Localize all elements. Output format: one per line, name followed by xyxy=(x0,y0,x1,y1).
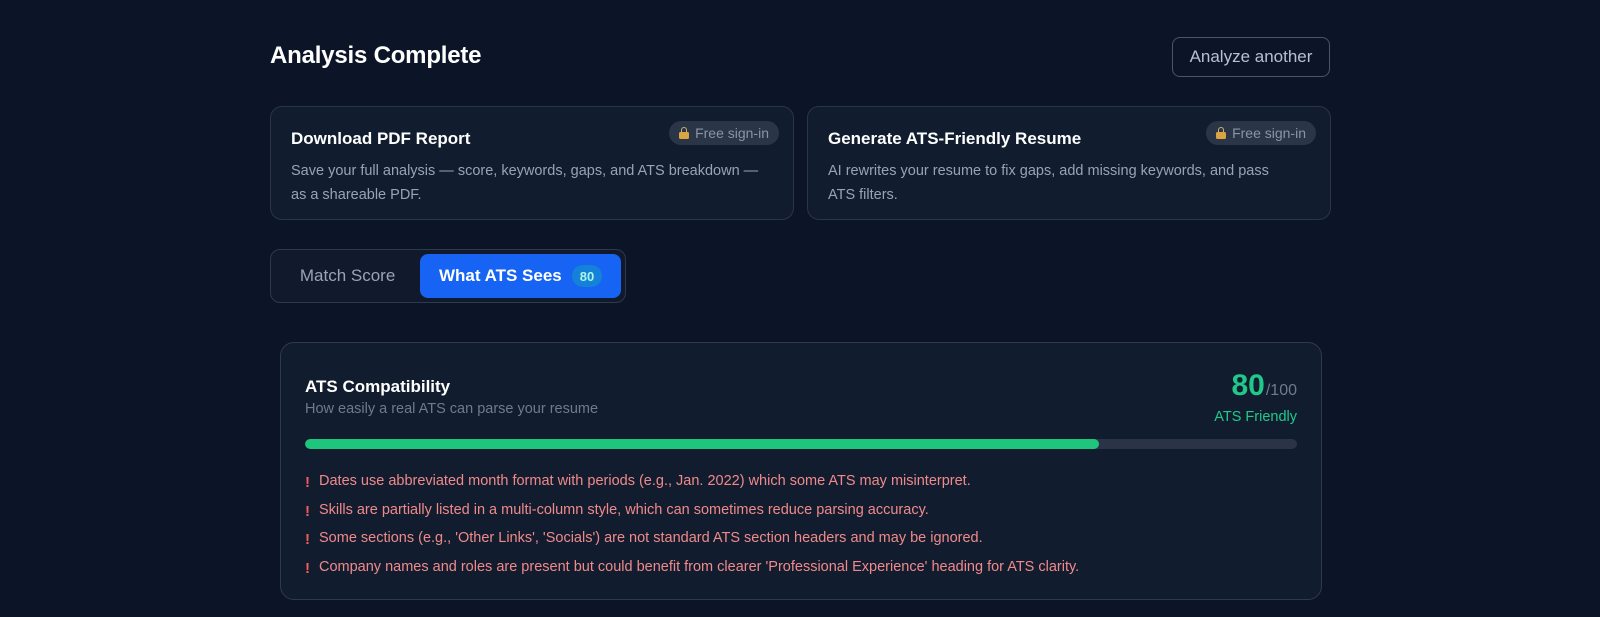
analyze-another-button[interactable]: Analyze another xyxy=(1172,37,1330,77)
badge-label: Free sign-in xyxy=(1232,125,1306,141)
list-item: ! Company names and roles are present bu… xyxy=(305,553,1295,582)
score-badge: 80 xyxy=(571,265,603,287)
score-progress-bar xyxy=(305,439,1297,449)
issue-text: Skills are partially listed in a multi-c… xyxy=(319,501,929,518)
card-description: AI rewrites your resume to fix gaps, add… xyxy=(828,163,1269,203)
lock-icon xyxy=(1216,127,1227,139)
ats-compatibility-panel: ATS Compatibility How easily a real ATS … xyxy=(280,342,1322,600)
tab-match-score[interactable]: Match Score xyxy=(275,254,420,298)
issue-text: Some sections (e.g., 'Other Links', 'Soc… xyxy=(319,530,983,547)
exclamation-icon: ! xyxy=(305,502,310,520)
card-description: Save your full analysis — score, keyword… xyxy=(291,163,759,203)
exclamation-icon: ! xyxy=(305,531,310,549)
free-sign-in-badge: Free sign-in xyxy=(1206,121,1316,145)
analysis-page: Analysis Complete Analyze another Free s… xyxy=(0,0,1600,617)
view-tabs: Match Score What ATS Sees 80 xyxy=(270,249,626,303)
page-title: Analysis Complete xyxy=(270,42,482,69)
download-pdf-card[interactable]: Free sign-in Download PDF Report Save yo… xyxy=(270,106,794,220)
score-max: /100 xyxy=(1265,382,1297,399)
exclamation-icon: ! xyxy=(305,474,310,492)
score-value: 80 xyxy=(1231,369,1265,402)
panel-subtitle: How easily a real ATS can parse your res… xyxy=(305,401,599,417)
list-item: ! Some sections (e.g., 'Other Links', 'S… xyxy=(305,524,1295,553)
issue-text: Dates use abbreviated month format with … xyxy=(319,473,971,490)
exclamation-icon: ! xyxy=(305,559,310,577)
issue-text: Company names and roles are present but … xyxy=(319,558,1080,575)
list-item: ! Dates use abbreviated month format wit… xyxy=(305,467,1295,496)
progress-fill xyxy=(305,439,1099,449)
tab-label: Match Score xyxy=(299,266,396,285)
badge-label: Free sign-in xyxy=(695,125,769,141)
tab-label: What ATS Sees xyxy=(438,266,562,285)
issue-list: ! Dates use abbreviated month format wit… xyxy=(305,467,1295,581)
lock-icon xyxy=(679,127,690,139)
tab-what-ats-sees[interactable]: What ATS Sees 80 xyxy=(420,254,621,298)
panel-title: ATS Compatibility xyxy=(305,377,451,396)
ats-score: 80 /100 ATS Friendly xyxy=(1214,369,1297,425)
free-sign-in-badge: Free sign-in xyxy=(669,121,779,145)
list-item: ! Skills are partially listed in a multi… xyxy=(305,496,1295,525)
score-label: ATS Friendly xyxy=(1214,409,1297,425)
generate-resume-card[interactable]: Free sign-in Generate ATS-Friendly Resum… xyxy=(807,106,1331,220)
